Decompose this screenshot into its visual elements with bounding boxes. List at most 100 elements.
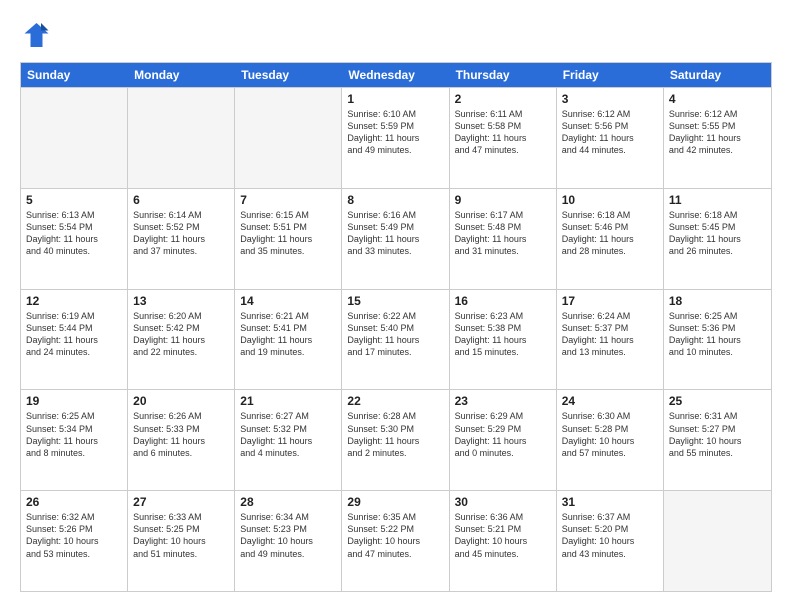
day-cell-27: 27 Sunrise: 6:33 AM Sunset: 5:25 PM Dayli…	[128, 491, 235, 591]
day-number: 2	[455, 92, 551, 106]
calendar: SundayMondayTuesdayWednesdayThursdayFrid…	[20, 62, 772, 592]
day-info: Sunrise: 6:24 AM Sunset: 5:37 PM Dayligh…	[562, 310, 658, 359]
day-cell-24: 24 Sunrise: 6:30 AM Sunset: 5:28 PM Dayli…	[557, 390, 664, 490]
day-info: Sunrise: 6:35 AM Sunset: 5:22 PM Dayligh…	[347, 511, 443, 560]
day-number: 15	[347, 294, 443, 308]
day-number: 13	[133, 294, 229, 308]
day-info: Sunrise: 6:18 AM Sunset: 5:45 PM Dayligh…	[669, 209, 766, 258]
day-info: Sunrise: 6:34 AM Sunset: 5:23 PM Dayligh…	[240, 511, 336, 560]
day-cell-12: 12Sunrise: 6:19 AM Sunset: 5:44 PM Dayli…	[21, 290, 128, 390]
day-of-week-monday: Monday	[128, 63, 235, 87]
empty-cell	[21, 88, 128, 188]
day-info: Sunrise: 6:19 AM Sunset: 5:44 PM Dayligh…	[26, 310, 122, 359]
day-number: 21	[240, 394, 336, 408]
day-cell-14: 14Sunrise: 6:21 AM Sunset: 5:41 PM Dayli…	[235, 290, 342, 390]
day-info: Sunrise: 6:16 AM Sunset: 5:49 PM Dayligh…	[347, 209, 443, 258]
week-row-5: 26 Sunrise: 6:32 AM Sunset: 5:26 PM Dayli…	[21, 490, 771, 591]
day-number: 3	[562, 92, 658, 106]
day-info: Sunrise: 6:20 AM Sunset: 5:42 PM Dayligh…	[133, 310, 229, 359]
day-info: Sunrise: 6:36 AM Sunset: 5:21 PM Dayligh…	[455, 511, 551, 560]
header	[20, 20, 772, 50]
day-cell-18: 18Sunrise: 6:25 AM Sunset: 5:36 PM Dayli…	[664, 290, 771, 390]
day-info: Sunrise: 6:23 AM Sunset: 5:38 PM Dayligh…	[455, 310, 551, 359]
day-cell-22: 22 Sunrise: 6:28 AM Sunset: 5:30 PM Dayli…	[342, 390, 449, 490]
day-info: Sunrise: 6:37 AM Sunset: 5:20 PM Dayligh…	[562, 511, 658, 560]
day-info: Sunrise: 6:25 AM Sunset: 5:34 PM Dayligh…	[26, 410, 122, 459]
day-info: Sunrise: 6:22 AM Sunset: 5:40 PM Dayligh…	[347, 310, 443, 359]
week-row-1: 1 Sunrise: 6:10 AM Sunset: 5:59 PM Daylig…	[21, 87, 771, 188]
day-of-week-tuesday: Tuesday	[235, 63, 342, 87]
day-of-week-wednesday: Wednesday	[342, 63, 449, 87]
day-number: 11	[669, 193, 766, 207]
day-number: 30	[455, 495, 551, 509]
day-info: Sunrise: 6:27 AM Sunset: 5:32 PM Dayligh…	[240, 410, 336, 459]
day-number: 22	[347, 394, 443, 408]
day-cell-23: 23 Sunrise: 6:29 AM Sunset: 5:29 PM Dayli…	[450, 390, 557, 490]
day-cell-5: 5Sunrise: 6:13 AM Sunset: 5:54 PM Daylig…	[21, 189, 128, 289]
day-cell-28: 28Sunrise: 6:34 AM Sunset: 5:23 PM Dayli…	[235, 491, 342, 591]
day-cell-15: 15 Sunrise: 6:22 AM Sunset: 5:40 PM Dayli…	[342, 290, 449, 390]
day-info: Sunrise: 6:33 AM Sunset: 5:25 PM Dayligh…	[133, 511, 229, 560]
week-row-2: 5Sunrise: 6:13 AM Sunset: 5:54 PM Daylig…	[21, 188, 771, 289]
day-number: 5	[26, 193, 122, 207]
day-cell-17: 17 Sunrise: 6:24 AM Sunset: 5:37 PM Dayli…	[557, 290, 664, 390]
calendar-body: 1 Sunrise: 6:10 AM Sunset: 5:59 PM Daylig…	[21, 87, 771, 591]
day-cell-3: 3 Sunrise: 6:12 AM Sunset: 5:56 PM Daylig…	[557, 88, 664, 188]
day-cell-7: 7 Sunrise: 6:15 AM Sunset: 5:51 PM Daylig…	[235, 189, 342, 289]
day-cell-9: 9 Sunrise: 6:17 AM Sunset: 5:48 PM Daylig…	[450, 189, 557, 289]
logo-icon	[20, 20, 50, 50]
day-info: Sunrise: 6:10 AM Sunset: 5:59 PM Dayligh…	[347, 108, 443, 157]
day-cell-29: 29Sunrise: 6:35 AM Sunset: 5:22 PM Dayli…	[342, 491, 449, 591]
day-info: Sunrise: 6:29 AM Sunset: 5:29 PM Dayligh…	[455, 410, 551, 459]
day-info: Sunrise: 6:25 AM Sunset: 5:36 PM Dayligh…	[669, 310, 766, 359]
day-cell-26: 26 Sunrise: 6:32 AM Sunset: 5:26 PM Dayli…	[21, 491, 128, 591]
day-cell-4: 4Sunrise: 6:12 AM Sunset: 5:55 PM Daylig…	[664, 88, 771, 188]
day-cell-20: 20Sunrise: 6:26 AM Sunset: 5:33 PM Dayli…	[128, 390, 235, 490]
day-number: 10	[562, 193, 658, 207]
day-number: 7	[240, 193, 336, 207]
day-cell-19: 19 Sunrise: 6:25 AM Sunset: 5:34 PM Dayli…	[21, 390, 128, 490]
day-cell-2: 2 Sunrise: 6:11 AM Sunset: 5:58 PM Daylig…	[450, 88, 557, 188]
day-of-week-saturday: Saturday	[664, 63, 771, 87]
day-cell-25: 25Sunrise: 6:31 AM Sunset: 5:27 PM Dayli…	[664, 390, 771, 490]
calendar-header: SundayMondayTuesdayWednesdayThursdayFrid…	[21, 63, 771, 87]
day-info: Sunrise: 6:14 AM Sunset: 5:52 PM Dayligh…	[133, 209, 229, 258]
day-number: 24	[562, 394, 658, 408]
day-of-week-sunday: Sunday	[21, 63, 128, 87]
day-cell-21: 21 Sunrise: 6:27 AM Sunset: 5:32 PM Dayli…	[235, 390, 342, 490]
week-row-4: 19 Sunrise: 6:25 AM Sunset: 5:34 PM Dayli…	[21, 389, 771, 490]
day-cell-11: 11 Sunrise: 6:18 AM Sunset: 5:45 PM Dayli…	[664, 189, 771, 289]
day-cell-10: 10Sunrise: 6:18 AM Sunset: 5:46 PM Dayli…	[557, 189, 664, 289]
day-number: 23	[455, 394, 551, 408]
day-cell-30: 30 Sunrise: 6:36 AM Sunset: 5:21 PM Dayli…	[450, 491, 557, 591]
day-info: Sunrise: 6:28 AM Sunset: 5:30 PM Dayligh…	[347, 410, 443, 459]
empty-cell	[128, 88, 235, 188]
day-number: 9	[455, 193, 551, 207]
day-number: 20	[133, 394, 229, 408]
day-number: 27	[133, 495, 229, 509]
day-number: 17	[562, 294, 658, 308]
day-info: Sunrise: 6:11 AM Sunset: 5:58 PM Dayligh…	[455, 108, 551, 157]
day-of-week-thursday: Thursday	[450, 63, 557, 87]
day-number: 31	[562, 495, 658, 509]
empty-cell	[235, 88, 342, 188]
week-row-3: 12Sunrise: 6:19 AM Sunset: 5:44 PM Dayli…	[21, 289, 771, 390]
day-number: 1	[347, 92, 443, 106]
day-cell-16: 16 Sunrise: 6:23 AM Sunset: 5:38 PM Dayli…	[450, 290, 557, 390]
day-number: 8	[347, 193, 443, 207]
day-number: 19	[26, 394, 122, 408]
day-info: Sunrise: 6:21 AM Sunset: 5:41 PM Dayligh…	[240, 310, 336, 359]
day-number: 16	[455, 294, 551, 308]
day-number: 26	[26, 495, 122, 509]
day-cell-8: 8 Sunrise: 6:16 AM Sunset: 5:49 PM Daylig…	[342, 189, 449, 289]
day-info: Sunrise: 6:32 AM Sunset: 5:26 PM Dayligh…	[26, 511, 122, 560]
day-of-week-friday: Friday	[557, 63, 664, 87]
empty-cell	[664, 491, 771, 591]
day-info: Sunrise: 6:12 AM Sunset: 5:56 PM Dayligh…	[562, 108, 658, 157]
logo	[20, 20, 54, 50]
day-info: Sunrise: 6:17 AM Sunset: 5:48 PM Dayligh…	[455, 209, 551, 258]
day-cell-6: 6Sunrise: 6:14 AM Sunset: 5:52 PM Daylig…	[128, 189, 235, 289]
day-info: Sunrise: 6:15 AM Sunset: 5:51 PM Dayligh…	[240, 209, 336, 258]
day-info: Sunrise: 6:30 AM Sunset: 5:28 PM Dayligh…	[562, 410, 658, 459]
day-info: Sunrise: 6:31 AM Sunset: 5:27 PM Dayligh…	[669, 410, 766, 459]
